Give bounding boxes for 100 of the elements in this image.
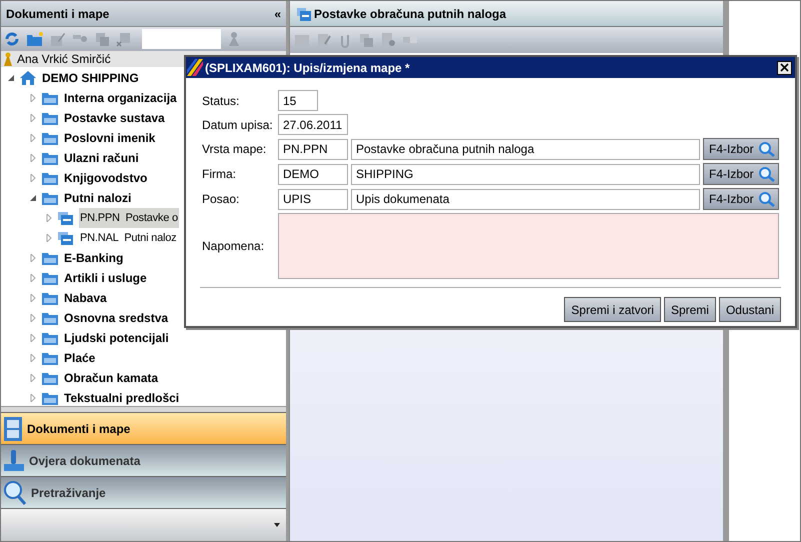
expand-toggle[interactable] (29, 354, 37, 362)
code-field[interactable]: PN.PPN (278, 138, 348, 160)
dialog-title: (SPLIXAM601): Upis/izmjena mape * (205, 60, 411, 76)
tree-item[interactable]: Obračun kamata (63, 369, 160, 387)
expand-toggle[interactable] (29, 274, 37, 282)
expand-toggle[interactable] (29, 154, 37, 162)
person-icon[interactable] (227, 31, 241, 47)
tree-item[interactable]: Artikli i usluge (63, 269, 148, 287)
field-label: Status: (202, 92, 240, 110)
expand-toggle[interactable] (45, 214, 53, 222)
folder-icon (41, 270, 59, 286)
delete-icon[interactable] (116, 31, 132, 47)
new-folder-icon[interactable] (26, 31, 44, 47)
field-label: Vrsta mape: (202, 141, 268, 158)
input-field[interactable]: 15 (278, 90, 318, 111)
expand-toggle[interactable] (29, 294, 37, 302)
expand-toggle[interactable] (29, 334, 37, 342)
expand-toggle[interactable] (29, 94, 37, 102)
field-label: Posao: (202, 191, 240, 208)
folder-icon (41, 90, 59, 106)
nav-button[interactable]: Pretraživanje (1, 476, 286, 508)
folder-icon (41, 310, 59, 326)
expand-toggle[interactable] (29, 134, 37, 142)
panel-title: Dokumenti i mape (6, 6, 110, 22)
input-field[interactable]: SHIPPING (351, 164, 700, 184)
code-field[interactable]: DEMO (278, 164, 348, 184)
tree-item[interactable]: PN.NAL Putni naloz (79, 228, 178, 248)
folder-icon (41, 250, 59, 266)
tree-item[interactable]: PN.PPN Postavke o (79, 208, 179, 228)
expand-toggle[interactable] (29, 114, 37, 122)
folder-icon (41, 390, 59, 406)
edit-icon[interactable] (50, 31, 66, 47)
search-icon (3, 480, 27, 506)
expand-toggle[interactable] (45, 234, 53, 242)
expand-toggle[interactable] (29, 374, 37, 382)
document-icon[interactable] (380, 32, 396, 48)
close-button[interactable] (777, 60, 792, 74)
select-button[interactable]: F4-Izbor (703, 163, 779, 185)
folder-icon (41, 370, 59, 386)
input-field[interactable]: 27.06.2011 (278, 114, 348, 135)
refresh-icon[interactable] (4, 31, 20, 47)
tree-item[interactable]: Tekstualni predlošci (63, 389, 180, 406)
dialog-button[interactable]: Spremi (664, 297, 716, 322)
cabinet-icon (3, 416, 23, 442)
tree-item[interactable]: Putni nalozi (63, 189, 132, 207)
tree-item[interactable]: Interna organizacija (63, 89, 178, 107)
folder-icon (41, 290, 59, 306)
dropdown-arrow-icon[interactable] (274, 523, 280, 527)
tree-item[interactable]: Ulazni računi (63, 149, 140, 167)
folder-icon (41, 170, 59, 186)
tree-item[interactable]: Nabava (63, 289, 108, 307)
copy-icon[interactable] (94, 31, 110, 47)
user-name: Ana Vrkić Smirčić (17, 51, 111, 68)
tree-item[interactable]: Osnovna sredstva (63, 309, 170, 327)
panel-title: Postavke obračuna putnih naloga (314, 6, 506, 22)
house-icon (19, 70, 37, 86)
folder-icon (41, 150, 59, 166)
input-field[interactable]: Postavke obračuna putnih naloga (351, 138, 700, 160)
collapse-button[interactable]: « (274, 8, 281, 20)
stripes-icon (187, 59, 203, 76)
code-field[interactable]: UPIS (278, 188, 348, 210)
stamp-icon (3, 448, 25, 474)
folder-icon (41, 330, 59, 346)
expand-toggle[interactable] (29, 174, 37, 182)
tree-item[interactable]: Ljudski potencijali (63, 329, 170, 347)
nav-button[interactable]: Ovjera dokumenata (1, 444, 286, 476)
copy-icon[interactable] (358, 32, 374, 48)
paperclip-icon[interactable] (338, 32, 352, 48)
select-button[interactable]: F4-Izbor (703, 188, 779, 210)
input-field[interactable]: Upis dokumenata (351, 188, 700, 210)
field-label: Firma: (202, 166, 237, 183)
expand-toggle[interactable] (29, 254, 37, 262)
field-label: Napomena: (202, 238, 266, 255)
folder-icon (41, 110, 59, 126)
tree-item[interactable]: Postavke sustava (63, 109, 166, 127)
dialog-button[interactable]: Odustani (718, 297, 781, 322)
tree-item[interactable]: Poslovni imenik (63, 129, 156, 147)
edit-icon[interactable] (316, 32, 332, 48)
tree-item[interactable]: Plaće (63, 349, 96, 367)
windows-icon[interactable] (402, 35, 418, 45)
collapse-toggle[interactable] (29, 194, 37, 202)
dialog-button[interactable]: Spremi i zatvori (564, 297, 661, 322)
tree-item[interactable]: E-Banking (63, 249, 124, 267)
folder-icon (41, 350, 59, 366)
search-field[interactable] (142, 29, 221, 49)
search-icon (758, 191, 776, 207)
expand-toggle[interactable] (29, 314, 37, 322)
notes-field[interactable] (278, 213, 779, 279)
folder-icon (41, 130, 59, 146)
nav-button[interactable]: Dokumenti i mape (1, 412, 286, 444)
tree-item[interactable]: Knjigovodstvo (63, 169, 148, 187)
folders-icon (57, 230, 75, 246)
folder-icon (41, 190, 59, 206)
folders-icon (57, 210, 75, 226)
expand-toggle[interactable] (29, 394, 37, 402)
person-icon (3, 52, 13, 66)
collapse-toggle[interactable] (7, 74, 15, 82)
tree-item[interactable]: DEMO SHIPPING (41, 69, 140, 87)
select-button[interactable]: F4-Izbor (703, 138, 779, 160)
search-icon (758, 166, 776, 182)
